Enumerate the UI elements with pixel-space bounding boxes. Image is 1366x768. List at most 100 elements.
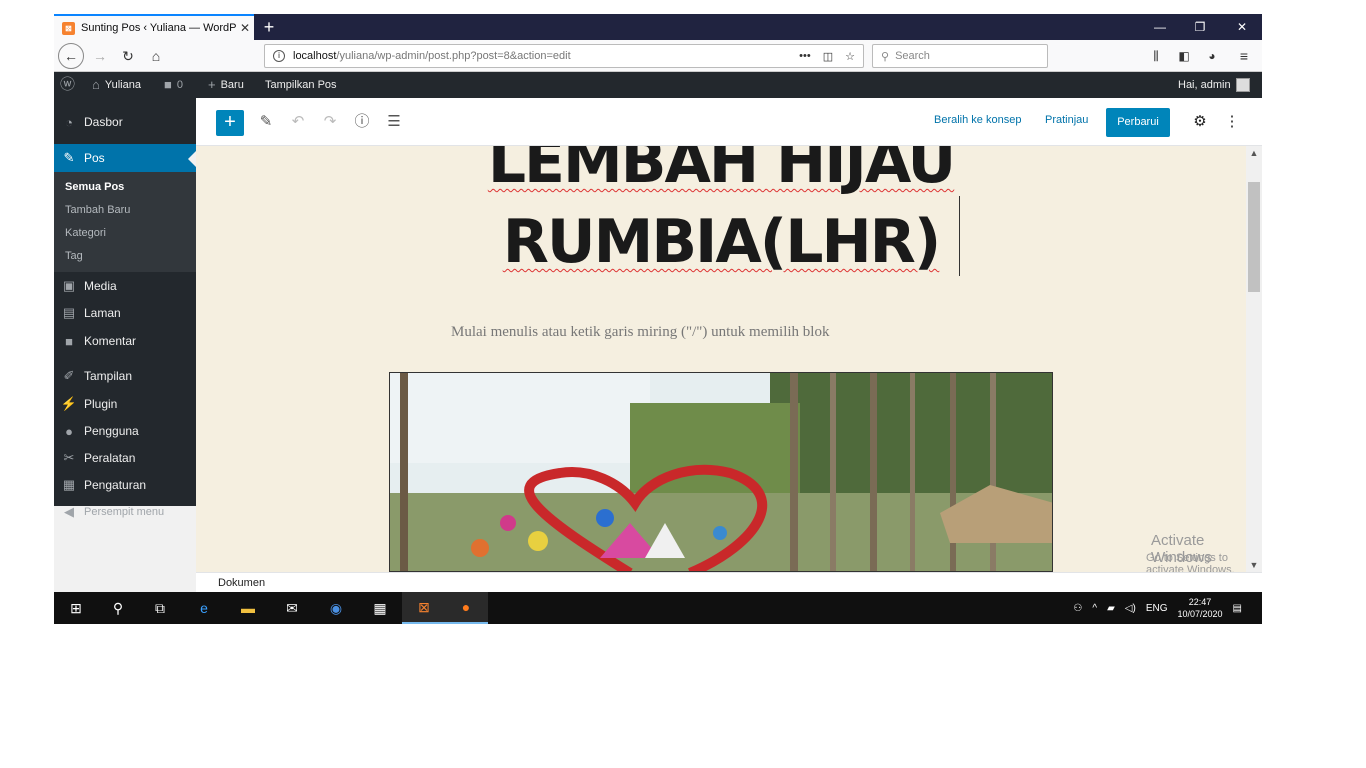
info-icon[interactable]: ⓘ — [350, 110, 374, 134]
mail-icon[interactable]: ✉ — [270, 592, 314, 624]
system-tray: ⚇ ^ ▰ ◁) ENG 22:47 10/07/2020 ▤ — [1073, 592, 1262, 624]
language-indicator[interactable]: ENG — [1146, 603, 1168, 614]
block-placeholder[interactable]: Mulai menulis atau ketik garis miring ("… — [451, 324, 829, 341]
chevron-up-icon[interactable]: ^ — [1092, 603, 1097, 614]
search-icon[interactable]: ⚲ — [96, 592, 140, 624]
new-content-link[interactable]: + Baru — [208, 72, 244, 98]
submenu-categories[interactable]: Kategori — [65, 227, 106, 239]
plugin-icon: ⚡ — [60, 396, 78, 411]
collapse-icon: ◀ — [64, 504, 74, 519]
restore-button[interactable]: ❐ — [1180, 14, 1220, 40]
scrollbar-thumb[interactable] — [1248, 182, 1260, 292]
sidebar-item-media[interactable]: ▣ Media — [54, 272, 196, 300]
undo-icon[interactable]: ↶ — [286, 110, 310, 134]
network-icon[interactable]: ▰ — [1107, 603, 1115, 614]
pin-icon: ✎ — [63, 150, 75, 165]
wordpress-logo-icon[interactable]: ⓦ — [60, 72, 75, 98]
edit-mode-icon[interactable]: ✎ — [254, 110, 278, 134]
sidebar-toggle-icon[interactable]: ◧ — [1172, 44, 1196, 68]
new-tab-button[interactable]: + — [258, 16, 280, 38]
post-title[interactable]: LEMBAH HIJAU RUMBIA(LHR) — [196, 146, 1246, 282]
sidebar-item-dashboard[interactable]: ◔ Dasbor — [54, 108, 196, 136]
wp-admin-bar: ⓦ ⌂ Yuliana ■ 0 + Baru Tampilkan Pos Hai, a… — [54, 72, 1262, 98]
clock[interactable]: 22:47 10/07/2020 — [1178, 596, 1223, 620]
xampp-icon: ⊠ — [62, 21, 75, 35]
gear-icon[interactable]: ⚙ — [1188, 110, 1212, 134]
submenu-tags[interactable]: Tag — [65, 250, 83, 262]
close-tab-icon[interactable]: ✕ — [236, 21, 254, 35]
windows-taskbar: ⊞ ⚲ ⧉ e ▬ ✉ ◉ ▦ ⊠ ● ⚇ ^ ▰ ◁) ENG 22:47 1… — [54, 592, 1262, 624]
sidebar-item-pages[interactable]: ▤ Laman — [54, 299, 196, 327]
browser-tab[interactable]: ⊠ Sunting Pos ‹ Yuliana — WordP ✕ — [54, 14, 254, 40]
start-icon[interactable]: ⊞ — [54, 592, 98, 624]
editor-canvas: LEMBAH HIJAU RUMBIA(LHR) Mulai menulis a… — [196, 146, 1246, 572]
avatar — [1235, 78, 1250, 92]
submenu-add-new[interactable]: Tambah Baru — [65, 204, 130, 216]
preview-button[interactable]: Pratinjau — [1045, 114, 1088, 126]
home-icon: ⌂ — [92, 77, 100, 92]
sidebar-collapse-menu[interactable]: ◀ Persempit menu — [54, 498, 196, 526]
switch-to-draft-button[interactable]: Beralih ke konsep — [934, 114, 1021, 126]
outline-icon[interactable]: ☰ — [382, 110, 406, 134]
update-button[interactable]: Perbarui — [1106, 108, 1170, 137]
add-block-button[interactable]: + — [216, 110, 244, 136]
home-button[interactable]: ⌂ — [144, 44, 168, 68]
page-actions-icon[interactable]: ••• — [799, 50, 811, 63]
comments-link[interactable]: ■ 0 — [164, 72, 183, 98]
url-host: localhost — [293, 50, 337, 62]
file-explorer-icon[interactable]: ▬ — [226, 592, 270, 624]
sidebar-item-posts[interactable]: ✎ Pos — [54, 144, 196, 172]
editor-scrollbar[interactable]: ▲ ▼ — [1246, 146, 1262, 572]
account-icon[interactable]: ◕ — [1200, 44, 1224, 68]
sidebar-item-comments[interactable]: ■ Komentar — [54, 327, 196, 355]
video-editor-icon[interactable]: ▦ — [358, 592, 402, 624]
info-icon[interactable]: i — [273, 50, 285, 62]
browser-tab-bar: ⊠ Sunting Pos ‹ Yuliana — WordP ✕ + — ❐ … — [54, 14, 1262, 40]
comment-bubble-icon: ■ — [164, 77, 172, 92]
search-icon: ⚲ — [881, 50, 890, 63]
editor-breadcrumb[interactable]: Dokumen — [196, 572, 1262, 592]
firefox-icon[interactable]: ● — [444, 592, 488, 624]
clock-time: 22:47 — [1188, 597, 1212, 607]
user-icon: ● — [65, 423, 73, 439]
library-icon[interactable]: ⫼ — [1144, 44, 1168, 68]
reload-button[interactable]: ↻ — [116, 44, 140, 68]
scroll-down-icon[interactable]: ▼ — [1246, 560, 1262, 570]
site-name-link[interactable]: ⌂ Yuliana — [92, 72, 141, 98]
sidebar-item-appearance[interactable]: ✐ Tampilan — [54, 362, 196, 390]
minimize-button[interactable]: — — [1140, 14, 1180, 40]
volume-icon[interactable]: ◁) — [1125, 603, 1136, 614]
comment-icon: ■ — [65, 333, 73, 349]
menu-icon[interactable]: ≡ — [1232, 44, 1256, 68]
post-image-block[interactable] — [389, 372, 1053, 572]
activate-windows-text: Go to Settings to activate Windows. — [1146, 552, 1235, 572]
edge-icon[interactable]: e — [182, 592, 226, 624]
sidebar-item-tools[interactable]: ✂ Peralatan — [54, 444, 196, 472]
search-placeholder: Search — [895, 50, 930, 62]
screen: ⊠ Sunting Pos ‹ Yuliana — WordP ✕ + — ❐ … — [54, 14, 1262, 624]
chrome-icon[interactable]: ◉ — [314, 592, 358, 624]
task-view-icon[interactable]: ⧉ — [138, 592, 182, 624]
notifications-icon[interactable]: ▤ — [1233, 603, 1242, 614]
more-options-icon[interactable]: ⋮ — [1220, 110, 1244, 134]
close-window-button[interactable]: ✕ — [1222, 14, 1262, 40]
sidebar-item-users[interactable]: ● Pengguna — [54, 417, 196, 445]
sidebar-item-settings[interactable]: ▦ Pengaturan — [54, 471, 196, 499]
search-input[interactable]: ⚲ Search — [872, 44, 1048, 68]
pocket-icon[interactable]: ◫ — [823, 50, 833, 63]
xampp-icon[interactable]: ⊠ — [402, 592, 446, 624]
plus-icon: + — [208, 77, 216, 92]
bookmark-star-icon[interactable]: ☆ — [845, 50, 855, 63]
sidebar-item-plugins[interactable]: ⚡ Plugin — [54, 390, 196, 418]
view-post-link[interactable]: Tampilkan Pos — [265, 72, 337, 98]
url-bar[interactable]: i localhost /yuliana/wp-admin/post.php?p… — [264, 44, 864, 68]
people-icon[interactable]: ⚇ — [1073, 603, 1082, 614]
forward-button[interactable]: → — [88, 44, 112, 68]
back-button[interactable]: ← — [58, 43, 84, 69]
wrench-icon: ✂ — [63, 450, 75, 465]
post-title-line-2: RUMBIA(LHR) — [502, 207, 942, 277]
submenu-all-posts[interactable]: Semua Pos — [65, 181, 124, 193]
redo-icon[interactable]: ↷ — [318, 110, 342, 134]
account-menu[interactable]: Hai, admin — [1178, 72, 1250, 98]
scroll-up-icon[interactable]: ▲ — [1246, 148, 1262, 158]
